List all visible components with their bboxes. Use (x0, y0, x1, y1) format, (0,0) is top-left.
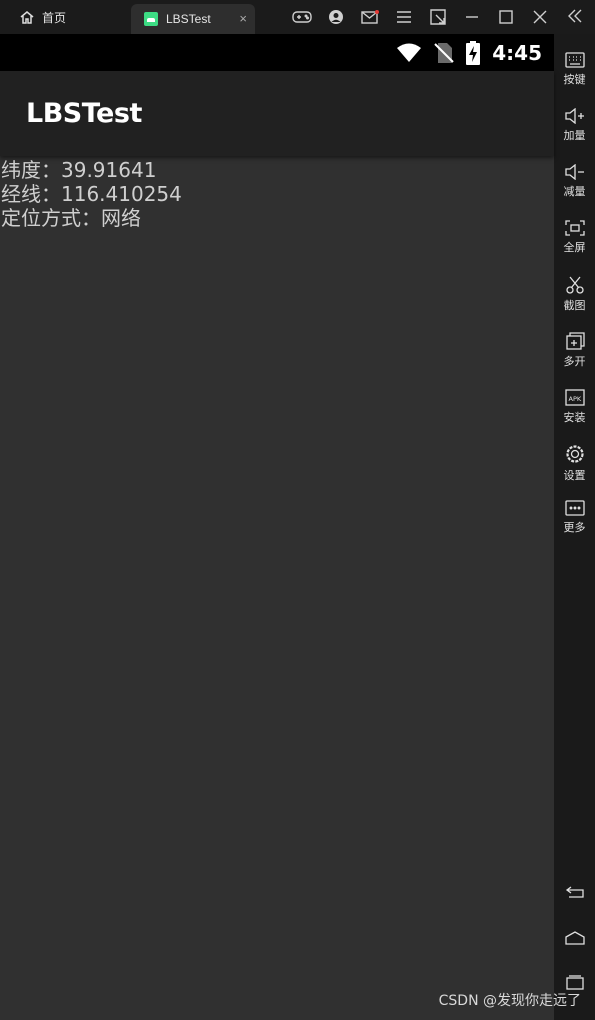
sidebar-label: 减量 (563, 185, 586, 198)
scissors-icon (565, 276, 584, 294)
close-tab-icon[interactable]: × (239, 11, 247, 26)
apk-icon: APK (564, 389, 585, 406)
volume-down-icon (564, 164, 584, 180)
collapse-sidebar-icon[interactable] (567, 6, 583, 31)
home-icon (20, 10, 34, 24)
sidebar-item-keys[interactable]: 按键 (554, 52, 595, 87)
svg-text:APK: APK (568, 395, 581, 403)
emulator-titlebar: 首页 LBSTest × (0, 0, 595, 34)
sidebar-item-fullscreen[interactable]: 全屏 (554, 220, 595, 255)
page-title: LBSTest (26, 98, 142, 129)
emulator-sidebar: 按键 加量 减量 全屏 截图 多开 APK 安装 设置 更多 (554, 34, 595, 1020)
sidebar-label: 设置 (563, 469, 586, 482)
back-button[interactable] (554, 884, 595, 900)
multi-instance-icon (565, 332, 585, 350)
account-icon[interactable] (319, 0, 353, 34)
location-info: 纬度：39.91641 经线：116.410254 定位方式：网络 (0, 156, 554, 230)
tab-home[interactable]: 首页 (0, 0, 130, 34)
close-window-icon[interactable] (523, 0, 557, 34)
android-screen: 4:45 LBSTest 纬度：39.91641 经线：116.410254 定… (0, 34, 554, 1020)
fullscreen-icon (564, 220, 585, 236)
sidebar-label: 安装 (563, 411, 586, 424)
sidebar-label: 截图 (563, 299, 586, 312)
tab-lbstest[interactable]: LBSTest × (131, 4, 255, 34)
watermark: CSDN @发现你走远了 (438, 993, 581, 1009)
sidebar-label: 更多 (563, 521, 586, 534)
gamepad-icon[interactable] (285, 0, 319, 34)
sidebar-label: 全屏 (563, 241, 586, 254)
menu-icon[interactable] (387, 0, 421, 34)
sidebar-item-screenshot[interactable]: 截图 (554, 276, 595, 313)
wifi-icon (397, 43, 422, 62)
sidebar-label: 多开 (563, 355, 586, 368)
sidebar-label: 加量 (563, 129, 586, 142)
sidebar-item-multi-instance[interactable]: 多开 (554, 332, 595, 369)
recents-button[interactable] (554, 974, 595, 990)
more-icon (564, 500, 585, 516)
clock: 4:45 (492, 40, 542, 65)
volume-up-icon (564, 108, 584, 124)
maximize-icon[interactable] (489, 0, 523, 34)
home-button[interactable] (554, 930, 595, 946)
app-bar: LBSTest (0, 71, 554, 156)
mail-icon[interactable] (353, 0, 387, 34)
tab-lbstest-label: LBSTest (166, 12, 211, 26)
minimize-icon[interactable] (455, 0, 489, 34)
status-bar: 4:45 (0, 34, 554, 71)
sidebar-label: 按键 (563, 73, 586, 86)
gear-icon (565, 445, 584, 463)
recents-icon (565, 975, 584, 990)
sidebar-item-settings[interactable]: 设置 (554, 444, 595, 483)
resize-icon[interactable] (421, 0, 455, 34)
sidebar-item-install[interactable]: APK 安装 (554, 388, 595, 425)
android-home-icon (564, 931, 585, 945)
sidebar-item-more[interactable]: 更多 (554, 500, 595, 535)
battery-charging-icon (466, 40, 481, 65)
back-icon (565, 886, 584, 898)
tab-home-label: 首页 (42, 10, 67, 25)
longitude-text: 经线：116.410254 (1, 182, 182, 206)
no-sim-icon (434, 42, 454, 63)
location-method-text: 定位方式：网络 (1, 206, 141, 230)
sidebar-item-volume-down[interactable]: 减量 (554, 164, 595, 199)
android-app-icon (144, 12, 158, 26)
latitude-text: 纬度：39.91641 (1, 158, 157, 182)
sidebar-item-volume-up[interactable]: 加量 (554, 108, 595, 143)
keyboard-icon (564, 52, 585, 68)
